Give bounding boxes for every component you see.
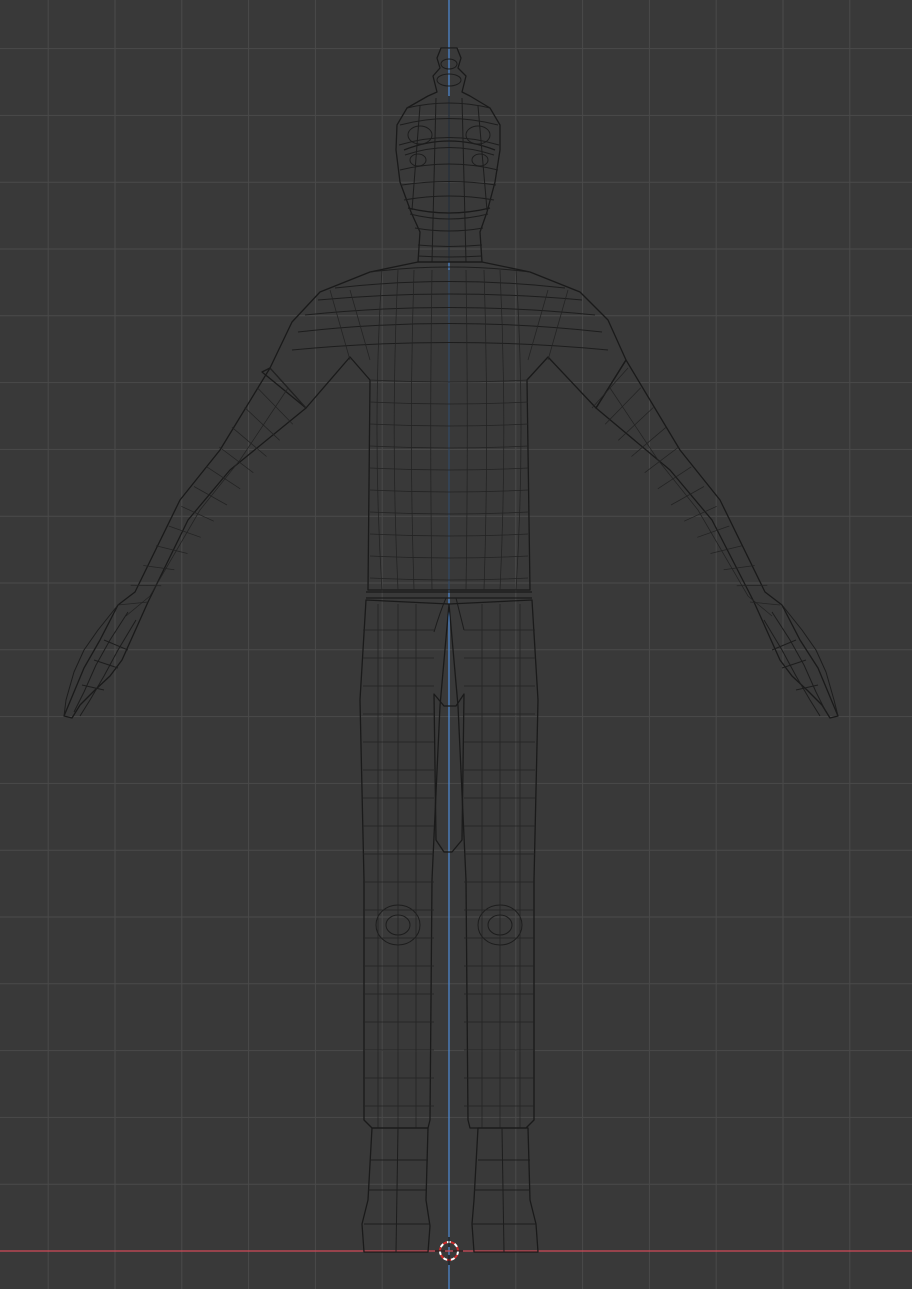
left-arm-mesh	[63, 367, 307, 719]
3d-viewport[interactable]	[0, 0, 912, 1289]
left-hand-mesh	[63, 604, 137, 717]
viewport-grid	[0, 0, 912, 1289]
right-hand-mesh	[763, 604, 839, 717]
head-mesh	[395, 47, 501, 263]
right-shoe-mesh	[471, 1127, 539, 1253]
torso-edge-verticals	[329, 269, 569, 591]
right-leg-mesh	[448, 599, 539, 1129]
left-shoe-mesh	[361, 1127, 431, 1253]
left-leg-mesh	[359, 599, 450, 1129]
right-arm-mesh	[595, 359, 839, 719]
right-arm-edge-loops	[591, 367, 781, 617]
